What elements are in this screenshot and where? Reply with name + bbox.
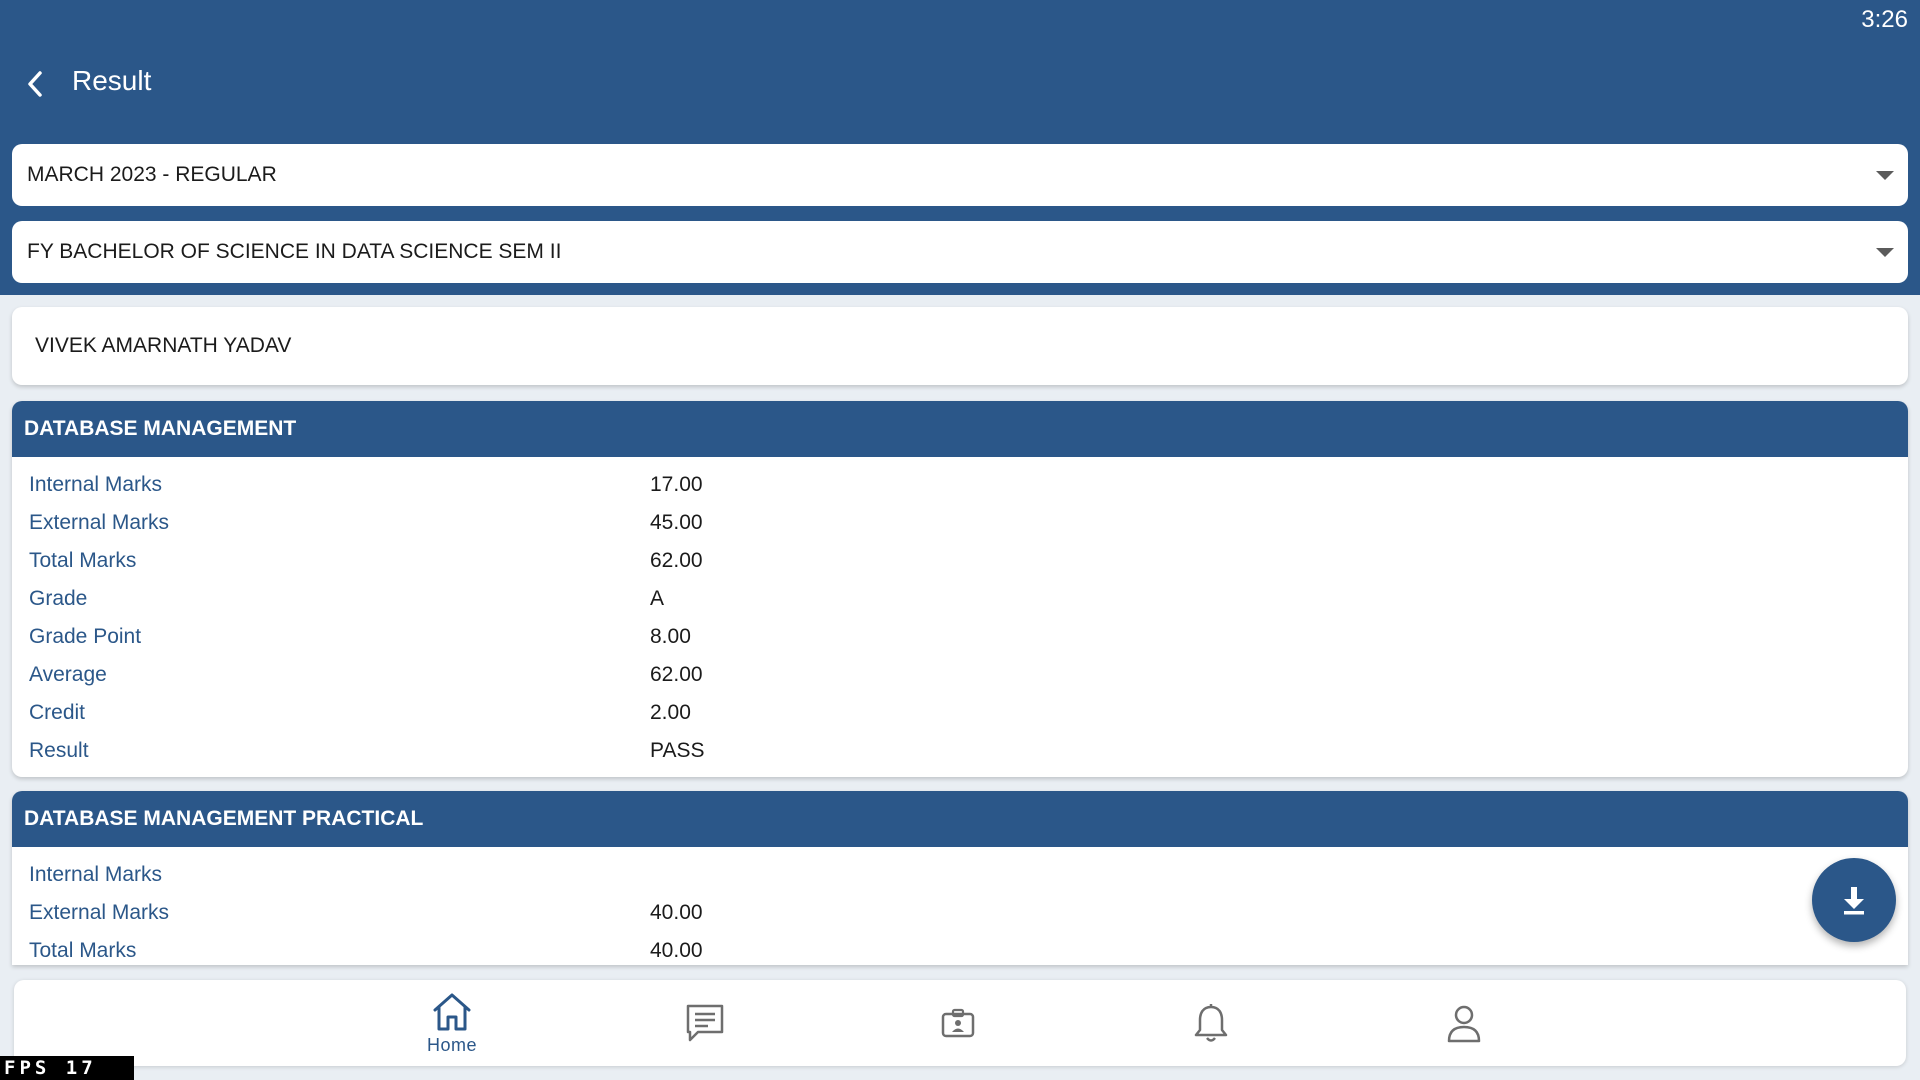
exam-select-value: MARCH 2023 - REGULAR	[27, 163, 277, 186]
row-value: 2.00	[650, 701, 691, 724]
result-row: Grade A	[12, 579, 1908, 617]
dropdown-arrow-icon	[1876, 248, 1894, 257]
row-value: 62.00	[650, 549, 703, 572]
dropdown-arrow-icon	[1876, 171, 1894, 180]
row-label: Grade Point	[29, 625, 142, 648]
row-value: 40.00	[650, 939, 703, 962]
course-select[interactable]: FY BACHELOR OF SCIENCE IN DATA SCIENCE S…	[12, 221, 1908, 283]
user-icon	[1447, 1005, 1481, 1043]
row-label: Internal Marks	[29, 473, 163, 496]
back-arrow-icon	[28, 71, 42, 97]
student-name-card: VIVEK AMARNATH YADAV	[12, 307, 1908, 385]
row-value: 45.00	[650, 511, 703, 534]
row-label: Grade	[29, 587, 88, 610]
subject-title: DATABASE MANAGEMENT	[12, 401, 1908, 457]
status-time: 3:26	[1861, 6, 1908, 33]
nav-id-card[interactable]	[898, 980, 1018, 1066]
bottom-navigation: Home	[14, 980, 1906, 1066]
row-label: Credit	[29, 701, 86, 724]
row-value: PASS	[650, 739, 705, 762]
result-row: Grade Point 8.00	[12, 617, 1908, 655]
result-row: Credit 2.00	[12, 693, 1908, 731]
row-label: Average	[29, 663, 107, 686]
row-value: 8.00	[650, 625, 691, 648]
download-icon	[1844, 887, 1864, 915]
row-label: Internal Marks	[29, 863, 163, 886]
row-value: 40.00	[650, 901, 703, 924]
row-label: Total Marks	[29, 939, 137, 962]
back-button[interactable]	[20, 64, 50, 104]
result-row: Result PASS	[12, 731, 1908, 769]
chat-icon	[686, 1004, 724, 1042]
id-card-icon	[941, 1008, 975, 1038]
result-row: Total Marks 40.00	[12, 931, 1908, 965]
result-row: Total Marks 62.00	[12, 541, 1908, 579]
download-button[interactable]	[1812, 858, 1896, 942]
result-row: External Marks 40.00	[12, 893, 1908, 931]
row-label: External Marks	[29, 901, 170, 924]
subject-card: DATABASE MANAGEMENT Internal Marks 17.00…	[12, 401, 1908, 777]
app-header: 3:26 Result MARCH 2023 - REGULAR FY BACH…	[0, 0, 1920, 295]
home-icon	[433, 993, 471, 1030]
row-label: External Marks	[29, 511, 170, 534]
bell-icon	[1194, 1004, 1228, 1042]
subject-card: DATABASE MANAGEMENT PRACTICAL Internal M…	[12, 791, 1908, 965]
row-label: Result	[29, 739, 89, 762]
result-row: Internal Marks 17.00	[12, 465, 1908, 503]
result-row: External Marks 45.00	[12, 503, 1908, 541]
page-title: Result	[72, 65, 152, 96]
row-value: A	[650, 587, 665, 610]
nav-profile[interactable]	[1404, 980, 1524, 1066]
fps-counter: FPS 17	[0, 1056, 134, 1080]
result-row: Average 62.00	[12, 655, 1908, 693]
nav-notifications[interactable]	[1151, 980, 1271, 1066]
subject-title: DATABASE MANAGEMENT PRACTICAL	[12, 791, 1908, 847]
row-value: 17.00	[650, 473, 703, 496]
result-row: Internal Marks	[12, 855, 1908, 893]
row-value: 62.00	[650, 663, 703, 686]
nav-home-label: Home	[426, 1034, 477, 1055]
exam-select[interactable]: MARCH 2023 - REGULAR	[12, 144, 1908, 206]
nav-home[interactable]: Home	[392, 980, 512, 1066]
nav-messages[interactable]	[645, 980, 765, 1066]
student-name: VIVEK AMARNATH YADAV	[35, 334, 292, 357]
row-label: Total Marks	[29, 549, 137, 572]
course-select-value: FY BACHELOR OF SCIENCE IN DATA SCIENCE S…	[27, 240, 562, 263]
